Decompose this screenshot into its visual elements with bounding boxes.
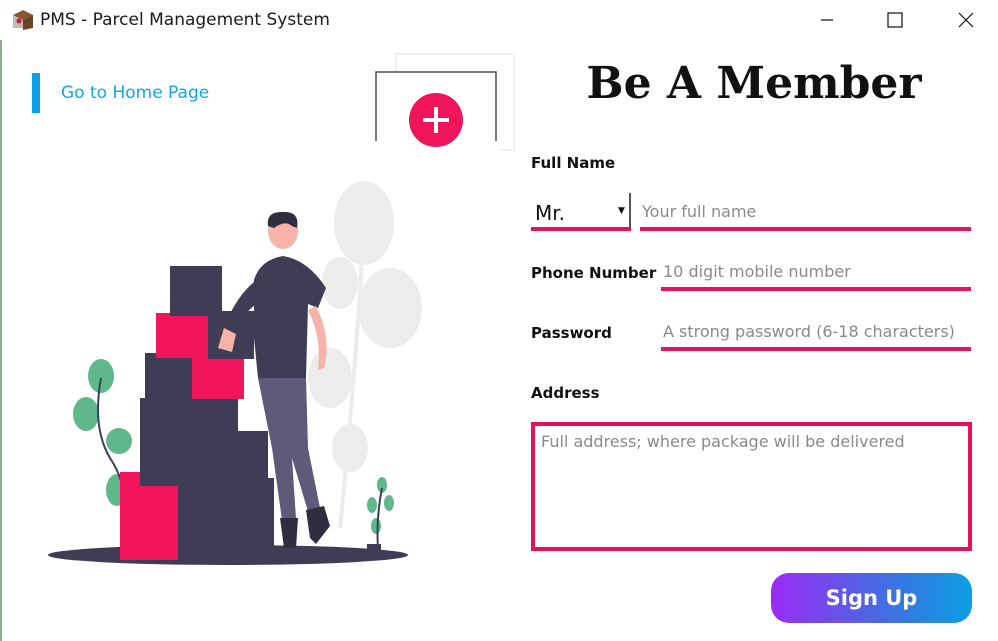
address-textarea[interactable]	[531, 422, 972, 551]
password-underline	[661, 347, 971, 351]
window-left-edge	[0, 0, 2, 641]
right-plant	[367, 477, 394, 554]
phone-underline	[661, 287, 971, 291]
maximize-button[interactable]	[872, 0, 918, 40]
select-arrow-icon: ▼	[618, 206, 625, 216]
full-name-label: Full Name	[531, 154, 616, 172]
full-name-input[interactable]	[640, 196, 971, 226]
add-card-graphic	[370, 53, 515, 181]
minimize-button[interactable]	[804, 0, 850, 40]
full-name-underline	[640, 227, 971, 231]
close-button[interactable]	[943, 0, 989, 40]
sign-up-button[interactable]: Sign Up	[771, 573, 972, 623]
window-title: PMS - Parcel Management System	[40, 10, 330, 30]
home-link-accent	[32, 73, 40, 113]
title-bar: PMS - Parcel Management System	[0, 0, 998, 40]
parcel-app-icon	[13, 10, 33, 30]
maximize-icon	[887, 12, 903, 28]
title-select-value: Mr.	[535, 201, 565, 225]
page-heading: Be A Member	[586, 58, 922, 109]
phone-input[interactable]	[661, 256, 971, 286]
password-label: Password	[531, 324, 612, 342]
close-icon	[958, 12, 974, 28]
password-input[interactable]	[661, 316, 971, 346]
phone-label: Phone Number	[531, 264, 657, 282]
member-illustration	[48, 53, 515, 565]
parcel-boxes	[120, 266, 274, 560]
minimize-icon	[821, 19, 833, 21]
address-label: Address	[531, 384, 600, 402]
title-select-underline	[531, 227, 631, 231]
